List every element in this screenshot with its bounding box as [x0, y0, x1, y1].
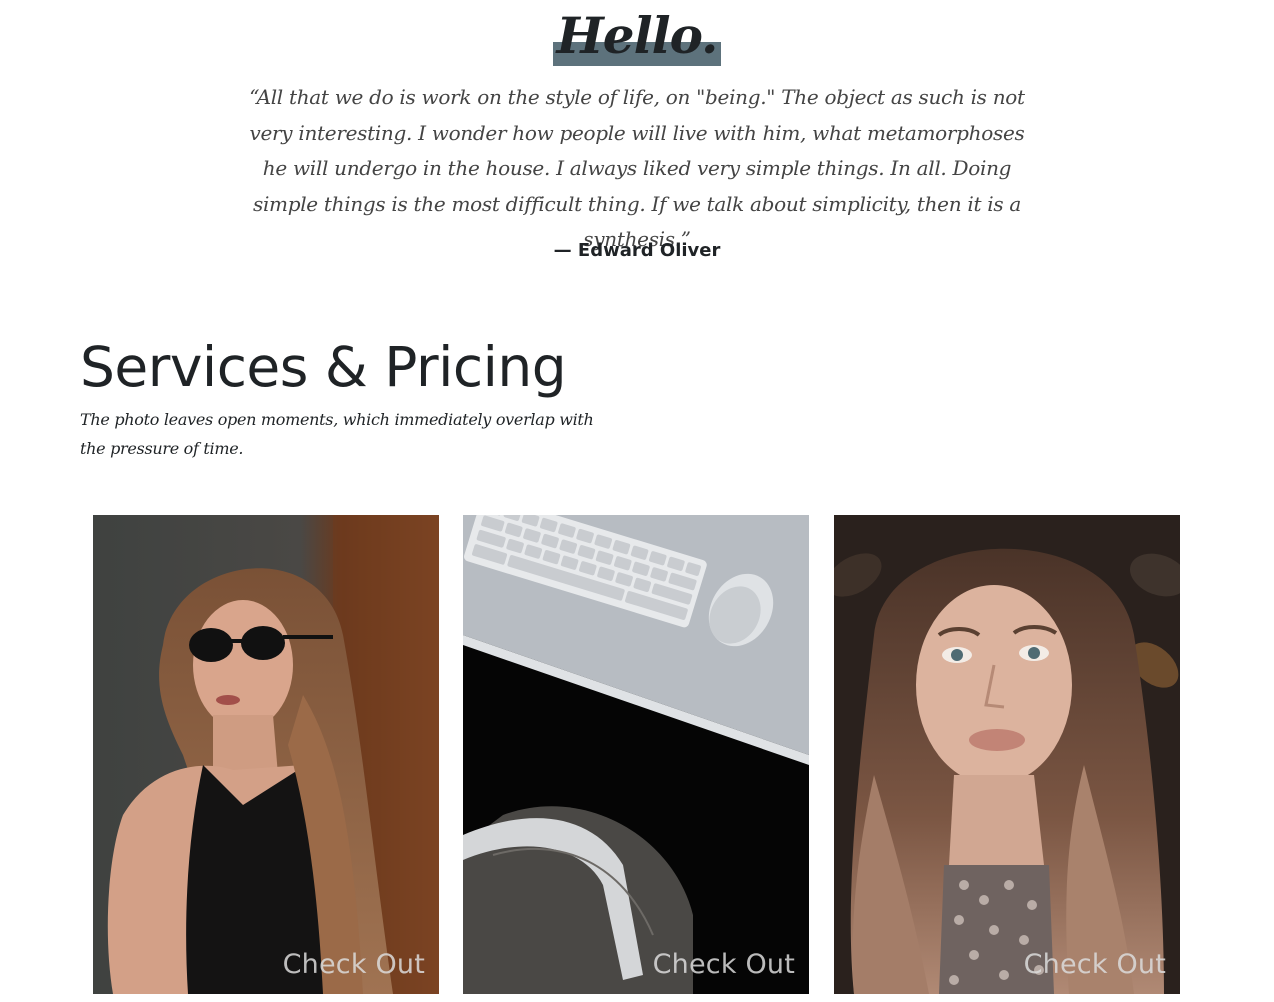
- woman-sunglasses-photo: [93, 515, 439, 994]
- hero-header: Hello.: [0, 4, 1274, 68]
- quote-author: — Edward Oliver: [553, 240, 721, 261]
- service-card-1[interactable]: Check Out: [93, 515, 439, 994]
- desk-keyboard-mouse-photo: [463, 515, 809, 994]
- check-out-link[interactable]: Check Out: [1024, 949, 1166, 980]
- service-card-3[interactable]: Check Out: [834, 515, 1180, 994]
- woman-portrait-photo: [834, 515, 1180, 994]
- services-subtitle: The photo leaves open moments, which imm…: [80, 410, 594, 458]
- check-out-link[interactable]: Check Out: [283, 949, 425, 980]
- page: Hello. “All that we do is work on the st…: [0, 0, 1274, 1002]
- hero-title-text: Hello.: [556, 6, 719, 65]
- check-out-link[interactable]: Check Out: [653, 949, 795, 980]
- hero-title: Hello.: [552, 4, 722, 68]
- hero-quote: “All that we do is work on the style of …: [249, 85, 1025, 251]
- services-title: Services & Pricing: [80, 335, 567, 399]
- service-card-2[interactable]: Check Out: [463, 515, 809, 994]
